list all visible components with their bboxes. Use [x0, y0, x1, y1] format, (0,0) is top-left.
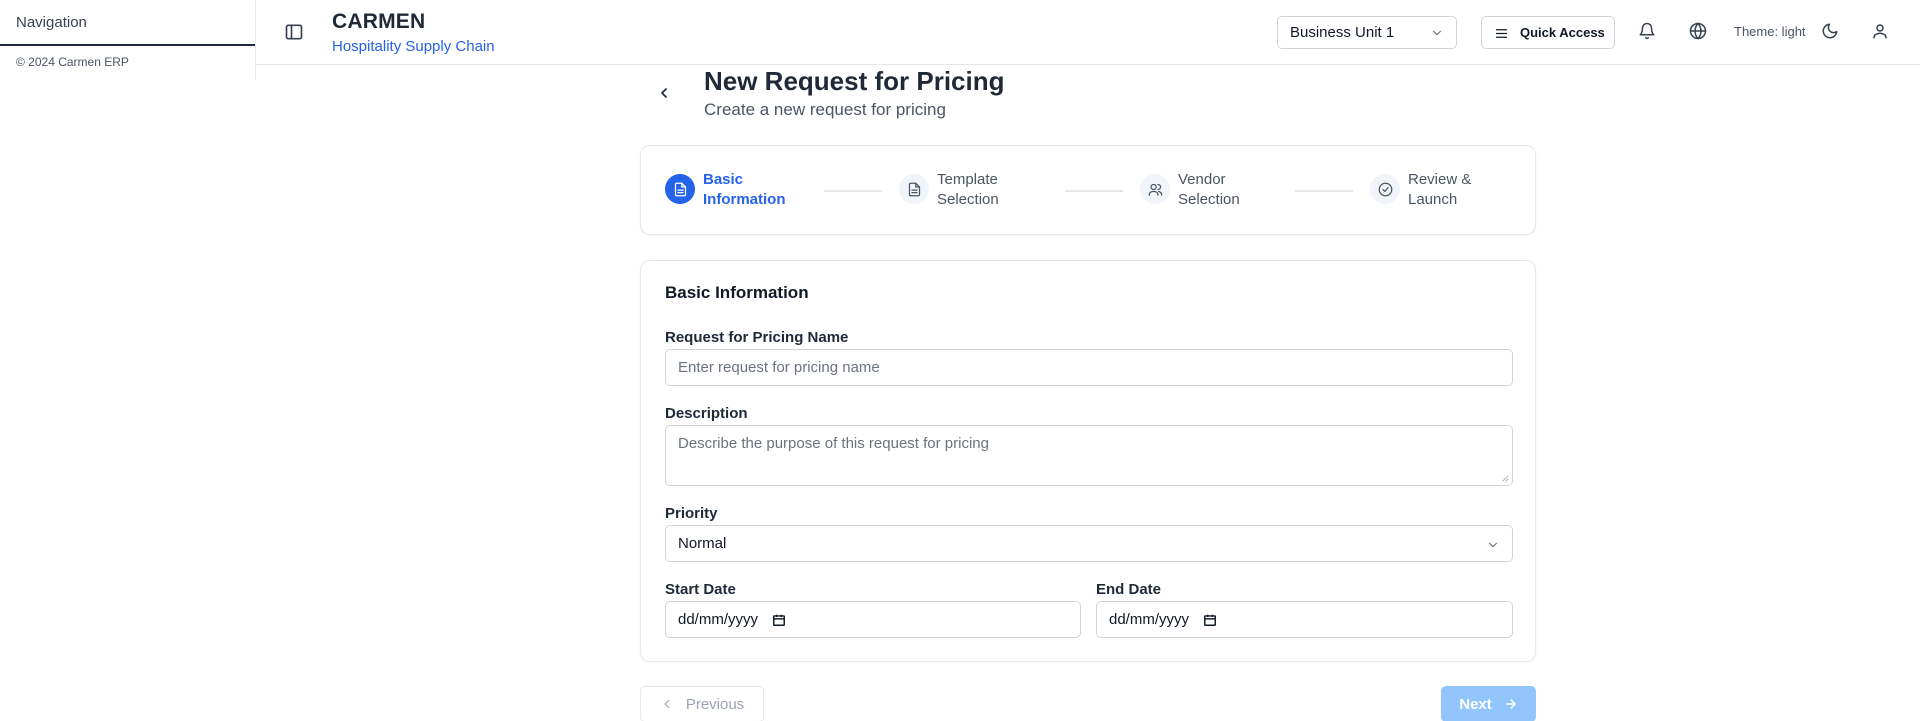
- start-date-value: dd/mm/yyyy: [678, 611, 759, 628]
- top-header: CARMEN Hospitality Supply Chain Business…: [256, 0, 1920, 65]
- rfp-name-placeholder: Enter request for pricing name: [678, 359, 880, 376]
- sidebar: Navigation © 2024 Carmen ERP: [0, 0, 256, 80]
- previous-button[interactable]: Previous: [640, 686, 764, 721]
- calendar-icon[interactable]: [1203, 613, 1217, 627]
- sidebar-toggle-icon[interactable]: [284, 22, 304, 42]
- users-icon: [1140, 174, 1170, 204]
- resize-grip-icon[interactable]: [1501, 474, 1509, 482]
- chevron-down-icon: [1432, 30, 1442, 36]
- back-chevron-icon[interactable]: [656, 85, 672, 101]
- step-label: Basic Information: [703, 171, 786, 208]
- theme-label: Theme: light: [1734, 24, 1806, 39]
- description-placeholder: Describe the purpose of this request for…: [678, 435, 989, 452]
- moon-icon[interactable]: [1821, 22, 1839, 40]
- brand-name: CARMEN: [332, 10, 426, 33]
- step-label: Template Selection: [937, 171, 999, 208]
- step-indicator: Basic Information Template Selection Ven…: [640, 145, 1536, 235]
- next-label: Next: [1459, 695, 1492, 713]
- step-label: Review & Launch: [1408, 171, 1472, 208]
- step-review-launch[interactable]: Review & Launch: [1370, 170, 1508, 210]
- priority-label: Priority: [665, 505, 718, 522]
- check-circle-icon: [1370, 174, 1400, 204]
- quick-access-button[interactable]: Quick Access: [1481, 16, 1615, 49]
- page-subtitle: Create a new request for pricing: [704, 100, 946, 119]
- arrow-right-icon: [1505, 699, 1516, 709]
- business-unit-select[interactable]: Business Unit 1: [1277, 16, 1457, 49]
- priority-select[interactable]: Normal: [665, 525, 1513, 562]
- step-connector: [824, 190, 882, 192]
- end-date-input[interactable]: dd/mm/yyyy: [1096, 601, 1513, 638]
- step-connector: [1065, 190, 1123, 192]
- rfp-name-input[interactable]: Enter request for pricing name: [665, 349, 1513, 386]
- sidebar-title: Navigation: [0, 0, 255, 46]
- brand: CARMEN Hospitality Supply Chain: [332, 10, 495, 55]
- description-label: Description: [665, 405, 748, 422]
- start-date-label: Start Date: [665, 581, 736, 598]
- step-basic-information[interactable]: Basic Information: [665, 170, 803, 210]
- end-date-value: dd/mm/yyyy: [1109, 611, 1190, 628]
- bell-icon[interactable]: [1638, 22, 1656, 40]
- end-date-label: End Date: [1096, 581, 1162, 598]
- start-date-input[interactable]: dd/mm/yyyy: [665, 601, 1081, 638]
- chevron-down-icon: [1488, 542, 1498, 548]
- basic-information-form: Basic Information Request for Pricing Na…: [640, 260, 1536, 662]
- sidebar-copyright: © 2024 Carmen ERP: [16, 55, 129, 69]
- description-textarea[interactable]: Describe the purpose of this request for…: [665, 425, 1513, 486]
- quick-access-label: Quick Access: [1520, 25, 1605, 40]
- previous-label: Previous: [685, 695, 745, 713]
- step-vendor-selection[interactable]: Vendor Selection: [1140, 170, 1278, 210]
- page-title: New Request for Pricing: [704, 66, 1005, 96]
- step-template-selection[interactable]: Template Selection: [899, 170, 1037, 210]
- form-section-title: Basic Information: [665, 283, 809, 302]
- globe-icon[interactable]: [1689, 22, 1707, 40]
- calendar-icon[interactable]: [772, 613, 786, 627]
- menu-icon: [1495, 29, 1508, 38]
- next-button[interactable]: Next: [1441, 686, 1536, 721]
- priority-value: Normal: [678, 535, 727, 552]
- document-icon: [899, 174, 929, 204]
- brand-subtitle: Hospitality Supply Chain: [332, 38, 495, 55]
- business-unit-value: Business Unit 1: [1290, 24, 1395, 41]
- name-label: Request for Pricing Name: [665, 329, 849, 346]
- chevron-left-icon: [664, 699, 670, 709]
- user-icon[interactable]: [1871, 22, 1889, 40]
- document-icon: [665, 174, 695, 204]
- step-label: Vendor Selection: [1178, 171, 1240, 208]
- step-connector: [1295, 190, 1353, 192]
